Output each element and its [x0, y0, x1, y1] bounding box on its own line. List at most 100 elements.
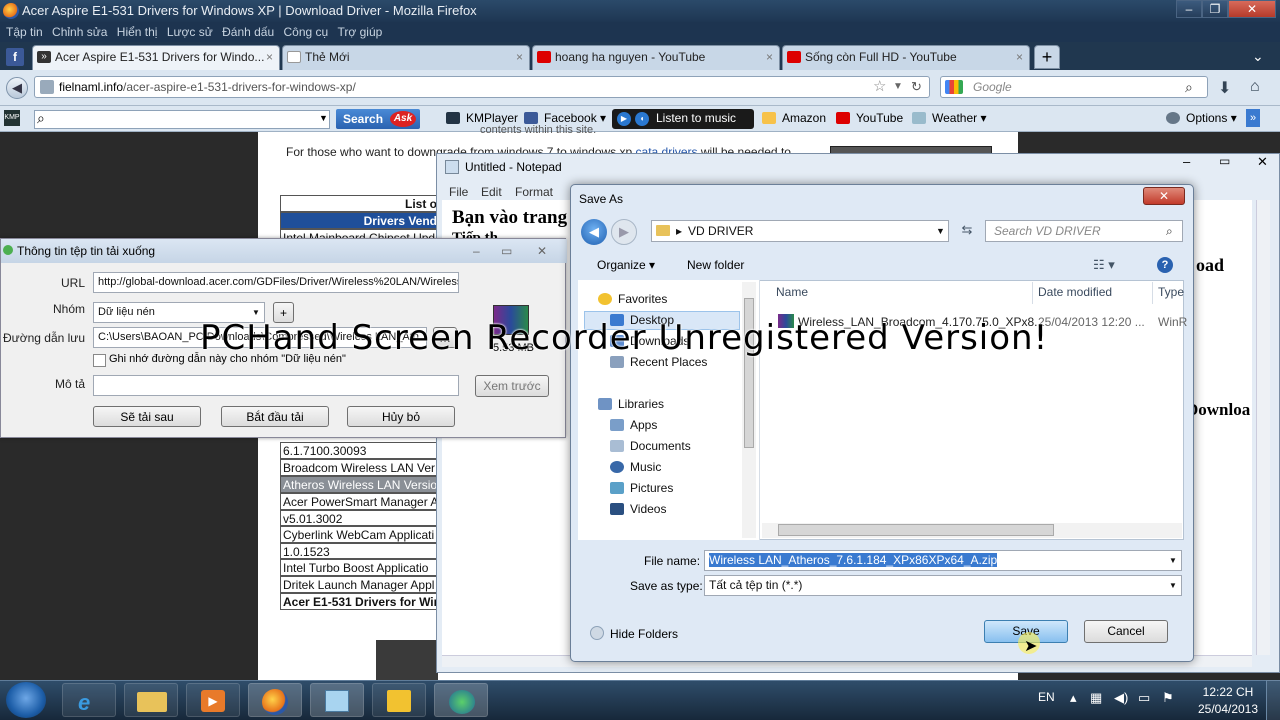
dialog-maximize-button[interactable]: ▭ — [501, 239, 512, 263]
home-icon[interactable]: ⌂ — [1250, 78, 1260, 96]
filename-input[interactable]: Wireless LAN_Atheros_7.6.1.184_XPx86XPx6… — [704, 550, 1182, 571]
start-download-button[interactable]: Bắt đầu tải — [221, 406, 329, 427]
download-icon[interactable]: ⬇ — [1218, 78, 1231, 98]
tab-close-icon[interactable]: × — [766, 46, 773, 68]
tray-monitor-icon[interactable]: ▭ — [1138, 690, 1150, 706]
language-indicator[interactable]: EN — [1038, 690, 1055, 704]
taskbar-sticky[interactable] — [372, 683, 426, 717]
clock-date[interactable]: 25/04/2013 — [1196, 702, 1260, 716]
options-button[interactable]: Options ▾ — [1166, 111, 1237, 125]
toolbar-overflow-chevron-icon[interactable]: » — [1246, 109, 1260, 127]
table-row-highlighted[interactable]: Atheros Wireless LAN Versio — [280, 476, 440, 493]
organize-menu[interactable]: Organize ▾ — [597, 258, 655, 272]
search-folder-input[interactable]: Search VD DRIVER ⌕ — [985, 220, 1183, 242]
column-modified-header[interactable]: Date modified — [1038, 285, 1112, 299]
download-later-button[interactable]: Sẽ tải sau — [93, 406, 201, 427]
show-desktop-button[interactable] — [1266, 680, 1280, 720]
url-bar[interactable]: fielnaml.info/acer-aspire-e1-531-drivers… — [34, 76, 930, 98]
menu-file[interactable]: Tập tin — [6, 22, 43, 42]
search-icon[interactable]: ⌕ — [1185, 77, 1193, 97]
sidebar-item-pictures[interactable]: Pictures — [610, 481, 673, 495]
facebook-pinned-icon[interactable]: f — [6, 48, 24, 66]
sidebar-item-documents[interactable]: Documents — [610, 439, 691, 453]
taskbar-idm[interactable] — [434, 683, 488, 717]
url-field[interactable]: http://global-download.acer.com/GDFiles/… — [93, 272, 459, 293]
cancel-download-button[interactable]: Hủy bỏ — [347, 406, 455, 427]
preview-button[interactable]: Xem trước — [475, 375, 549, 397]
notepad-minimize-button[interactable]: – — [1183, 154, 1190, 169]
tab-close-icon[interactable]: × — [1016, 46, 1023, 68]
sidebar-item-apps[interactable]: Apps — [610, 418, 657, 432]
reload-icon[interactable]: ↻ — [911, 77, 922, 97]
tab-close-icon[interactable]: × — [516, 46, 523, 68]
file-list-hscrollbar[interactable] — [762, 523, 1182, 538]
menu-tools[interactable]: Công cụ — [284, 22, 329, 42]
column-type-header[interactable]: Type — [1158, 285, 1184, 299]
maximize-button[interactable]: ❐ — [1202, 0, 1228, 18]
help-icon[interactable]: ? — [1157, 257, 1173, 273]
chevron-down-icon[interactable]: ▼ — [936, 221, 945, 241]
save-as-close-button[interactable]: ✕ — [1143, 187, 1185, 205]
tray-network-icon[interactable]: ▦ — [1090, 690, 1102, 706]
tray-flag-icon[interactable]: ⚑ — [1162, 690, 1174, 706]
close-button[interactable]: ✕ — [1228, 0, 1276, 18]
chevron-down-icon[interactable]: ▼ — [1169, 551, 1177, 570]
new-tab-button[interactable]: + — [1034, 45, 1060, 69]
table-row[interactable]: Broadcom Wireless LAN Ver — [280, 459, 440, 476]
notepad-close-button[interactable]: ✕ — [1257, 154, 1268, 170]
menu-view[interactable]: Hiển thị — [117, 22, 158, 42]
minimize-button[interactable]: – — [1176, 0, 1202, 18]
dialog-close-button[interactable]: ✕ — [537, 239, 547, 263]
clock-time[interactable]: 12:22 CH — [1196, 685, 1260, 699]
new-folder-button[interactable]: New folder — [687, 258, 744, 272]
table-row[interactable]: Dritek Launch Manager Appl — [280, 576, 440, 593]
taskbar-firefox[interactable] — [248, 683, 302, 717]
description-field[interactable] — [93, 375, 459, 396]
facebook-link[interactable]: Facebook ▾ — [524, 111, 606, 125]
toolbar-search-input[interactable]: ⌕ ▼ — [34, 110, 330, 129]
back-button[interactable]: ◀ — [6, 77, 28, 99]
sidebar-item-music[interactable]: Music — [610, 460, 661, 474]
save-as-type-select[interactable]: Tất cả tệp tin (*.*) ▼ — [704, 575, 1182, 596]
taskbar-ie[interactable]: e — [62, 683, 116, 717]
table-row[interactable]: Intel Turbo Boost Applicatio — [280, 559, 440, 576]
forward-button[interactable]: ▶ — [611, 219, 637, 245]
dropdown-arrow-icon[interactable]: ▼ — [319, 113, 328, 123]
notepad-menu-edit[interactable]: Edit — [481, 185, 502, 199]
remember-path-checkbox[interactable] — [93, 354, 106, 367]
kmp-icon[interactable]: KMP — [4, 110, 20, 126]
menu-help[interactable]: Trợ giúp — [338, 22, 383, 42]
toolbar-search-button[interactable]: Search Ask — [336, 109, 420, 129]
back-button[interactable]: ◀ — [581, 219, 607, 245]
tab-youtube-2[interactable]: Sống còn Full HD - YouTube × — [782, 45, 1030, 70]
bookmark-star-icon[interactable]: ☆ — [873, 77, 886, 97]
taskbar-explorer[interactable] — [124, 683, 178, 717]
notepad-vscrollbar[interactable] — [1256, 200, 1270, 655]
taskbar-media[interactable]: ▶ — [186, 683, 240, 717]
youtube-link[interactable]: YouTube — [836, 111, 903, 125]
hide-folders-button[interactable]: Hide Folders — [590, 626, 678, 641]
dropdown-arrow-icon[interactable]: ▼ — [893, 77, 903, 97]
amazon-link[interactable]: Amazon — [762, 111, 826, 125]
address-bar[interactable]: ▸ VD DRIVER ▼ — [651, 220, 949, 242]
tab-close-icon[interactable]: × — [266, 46, 273, 68]
tab-new[interactable]: Thẻ Mới × — [282, 45, 530, 70]
start-button[interactable] — [6, 682, 46, 718]
tray-volume-icon[interactable]: ◀) — [1114, 690, 1128, 706]
notepad-maximize-button[interactable]: ▭ — [1219, 154, 1230, 168]
dialog-minimize-button[interactable]: – — [473, 239, 480, 263]
column-name-header[interactable]: Name — [776, 285, 808, 299]
menu-history[interactable]: Lược sử — [167, 22, 213, 42]
table-row[interactable]: Cyberlink WebCam Applicati — [280, 526, 440, 543]
tab-list-chevron-icon[interactable]: ⌄ — [1252, 48, 1264, 65]
table-row[interactable]: Acer PowerSmart Manager A — [280, 493, 440, 510]
sidebar-item-libraries[interactable]: Libraries — [598, 397, 664, 411]
notepad-menu-file[interactable]: File — [449, 185, 468, 199]
refresh-icon[interactable]: ⇆ — [957, 222, 977, 242]
scrollbar-thumb[interactable] — [778, 524, 1054, 536]
weather-link[interactable]: Weather ▾ — [912, 111, 987, 125]
tray-up-arrow-icon[interactable]: ▴ — [1070, 690, 1077, 706]
menu-bookmarks[interactable]: Đánh dấu — [222, 22, 274, 42]
notepad-menu-format[interactable]: Format — [515, 185, 553, 199]
sidebar-item-videos[interactable]: Videos — [610, 502, 666, 516]
